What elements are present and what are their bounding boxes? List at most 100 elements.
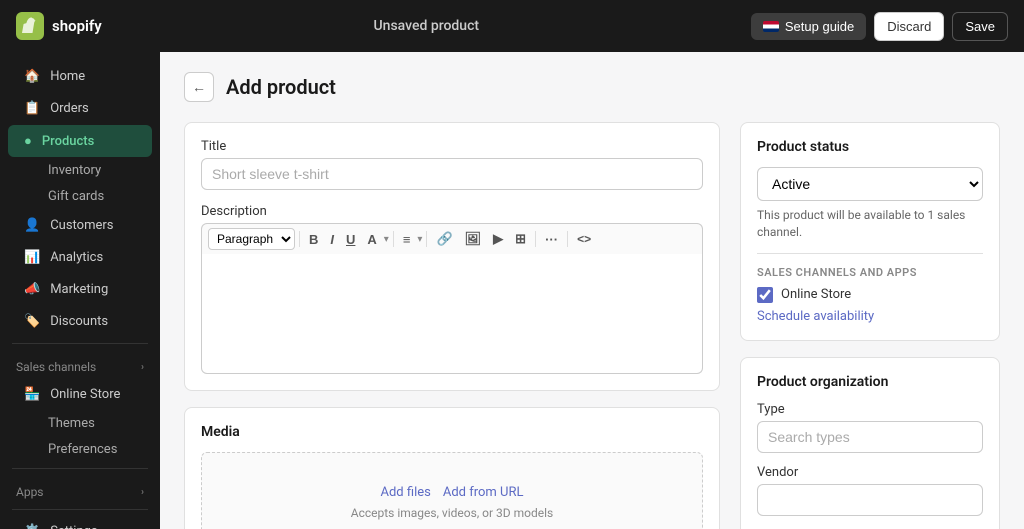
content-area: ← Add product Title Description: [160, 52, 1024, 529]
product-status-title: Product status: [757, 139, 983, 155]
apps-header: Apps ›: [0, 477, 160, 503]
add-files-link[interactable]: Add files: [381, 485, 431, 500]
sidebar-label-analytics: Analytics: [50, 250, 103, 265]
product-org-card: Product organization Type Vendor Tags Ma…: [740, 357, 1000, 529]
status-hint: This product will be available to 1 sale…: [757, 207, 983, 241]
toolbar-divider-4: [535, 231, 536, 247]
sidebar-divider: [12, 343, 148, 344]
home-icon: 🏠: [24, 69, 40, 84]
discard-button[interactable]: Discard: [874, 12, 944, 41]
title-label: Title: [201, 139, 703, 154]
marketing-icon: 📣: [24, 282, 40, 297]
online-store-checkbox[interactable]: [757, 287, 773, 303]
text-color-button[interactable]: A: [362, 229, 381, 250]
media-actions: Add files Add from URL: [381, 485, 524, 500]
sidebar-label-orders: Orders: [50, 101, 89, 116]
toolbar-divider-5: [567, 231, 568, 247]
vendor-input[interactable]: [757, 484, 983, 516]
sidebar: 🏠 Home 📋 Orders ● Products Inventory Gif…: [0, 52, 160, 529]
toolbar-divider-1: [299, 231, 300, 247]
toolbar-divider-2: [393, 231, 394, 247]
description-label: Description: [201, 204, 703, 219]
sidebar-item-inventory[interactable]: Inventory: [8, 158, 152, 183]
sidebar-item-discounts[interactable]: 🏷️ Discounts: [8, 306, 152, 337]
sidebar-item-preferences[interactable]: Preferences: [8, 437, 152, 462]
analytics-icon: 📊: [24, 250, 40, 265]
title-input[interactable]: [201, 158, 703, 190]
sidebar-item-products[interactable]: ● Products: [8, 125, 152, 157]
image-button[interactable]: 🖼: [460, 228, 487, 250]
page-title: Add product: [226, 75, 336, 99]
page-header: ← Add product: [184, 72, 1000, 102]
sidebar-item-settings[interactable]: ⚙️ Settings: [8, 516, 152, 529]
editor-body[interactable]: [201, 254, 703, 374]
online-store-channel-label: Online Store: [781, 287, 851, 302]
sidebar-item-home[interactable]: 🏠 Home: [8, 61, 152, 92]
sidebar-label-products: Products: [42, 134, 94, 149]
sidebar-item-customers[interactable]: 👤 Customers: [8, 210, 152, 241]
product-org-title: Product organization: [757, 374, 983, 390]
save-button[interactable]: Save: [952, 12, 1008, 41]
products-icon: ●: [24, 133, 32, 149]
sidebar-label-settings: Settings: [50, 524, 97, 529]
sidebar-item-gift-cards[interactable]: Gift cards: [8, 184, 152, 209]
apps-chevron-icon: ›: [141, 487, 144, 498]
sales-channels-header: Sales channels ›: [0, 352, 160, 378]
online-store-channel: Online Store: [757, 287, 983, 303]
flag-icon: [763, 21, 779, 32]
sidebar-item-orders[interactable]: 📋 Orders: [8, 93, 152, 124]
sidebar-label-home: Home: [50, 69, 85, 84]
main-layout: 🏠 Home 📋 Orders ● Products Inventory Gif…: [0, 52, 1024, 529]
sidebar-label-customers: Customers: [50, 218, 113, 233]
editor-toolbar: Paragraph B I U A ▾ ≡ ▾ 🔗: [201, 223, 703, 254]
underline-button[interactable]: U: [341, 229, 360, 250]
italic-button[interactable]: I: [325, 229, 339, 250]
media-title: Media: [201, 424, 703, 440]
table-button[interactable]: ⊞: [510, 228, 531, 250]
customers-icon: 👤: [24, 218, 40, 233]
media-card: Media Add files Add from URL Accepts ima…: [184, 407, 720, 529]
video-button[interactable]: ▶: [488, 228, 508, 250]
sidebar-item-online-store[interactable]: 🏪 Online Store: [8, 379, 152, 410]
sidebar-label-online-store: Online Store: [50, 387, 120, 402]
setup-guide-button[interactable]: Setup guide: [751, 13, 866, 40]
side-column: Product status Active Draft This product…: [740, 122, 1000, 529]
logo-text: shopify: [52, 17, 102, 35]
settings-icon: ⚙️: [24, 524, 40, 529]
paragraph-select[interactable]: Paragraph: [208, 228, 295, 250]
title-description-card: Title Description Paragraph B I U: [184, 122, 720, 391]
type-label: Type: [757, 402, 983, 417]
status-select[interactable]: Active Draft: [757, 167, 983, 201]
two-col-layout: Title Description Paragraph B I U: [184, 122, 1000, 529]
more-button[interactable]: ···: [540, 229, 563, 250]
toolbar-divider-3: [426, 231, 427, 247]
topbar-actions: Setup guide Discard Save: [751, 12, 1008, 41]
sidebar-item-analytics[interactable]: 📊 Analytics: [8, 242, 152, 273]
source-button[interactable]: <>: [572, 229, 596, 249]
online-store-icon: 🏪: [24, 387, 40, 402]
link-button[interactable]: 🔗: [431, 228, 457, 250]
sales-channels-section-header: SALES CHANNELS AND APPS: [757, 266, 983, 279]
vendor-label: Vendor: [757, 465, 983, 480]
sidebar-item-themes[interactable]: Themes: [8, 411, 152, 436]
sidebar-divider-3: [12, 509, 148, 510]
main-column: Title Description Paragraph B I U: [184, 122, 720, 529]
sidebar-label-discounts: Discounts: [50, 314, 108, 329]
align-button[interactable]: ≡: [398, 229, 416, 250]
chevron-icon: ›: [141, 362, 144, 373]
unsaved-label: Unsaved product: [374, 18, 480, 34]
sidebar-item-marketing[interactable]: 📣 Marketing: [8, 274, 152, 305]
media-dropzone[interactable]: Add files Add from URL Accepts images, v…: [201, 452, 703, 529]
sidebar-divider-2: [12, 468, 148, 469]
discounts-icon: 🏷️: [24, 314, 40, 329]
bold-button[interactable]: B: [304, 229, 323, 250]
topbar: shopify Unsaved product Setup guide Disc…: [0, 0, 1024, 52]
sidebar-label-marketing: Marketing: [50, 282, 108, 297]
orders-icon: 📋: [24, 101, 40, 116]
back-button[interactable]: ←: [184, 72, 214, 102]
media-hint: Accepts images, videos, or 3D models: [351, 506, 554, 520]
logo: shopify: [16, 12, 102, 40]
schedule-availability-link[interactable]: Schedule availability: [757, 309, 983, 324]
type-input[interactable]: [757, 421, 983, 453]
add-from-url-link[interactable]: Add from URL: [443, 485, 524, 500]
